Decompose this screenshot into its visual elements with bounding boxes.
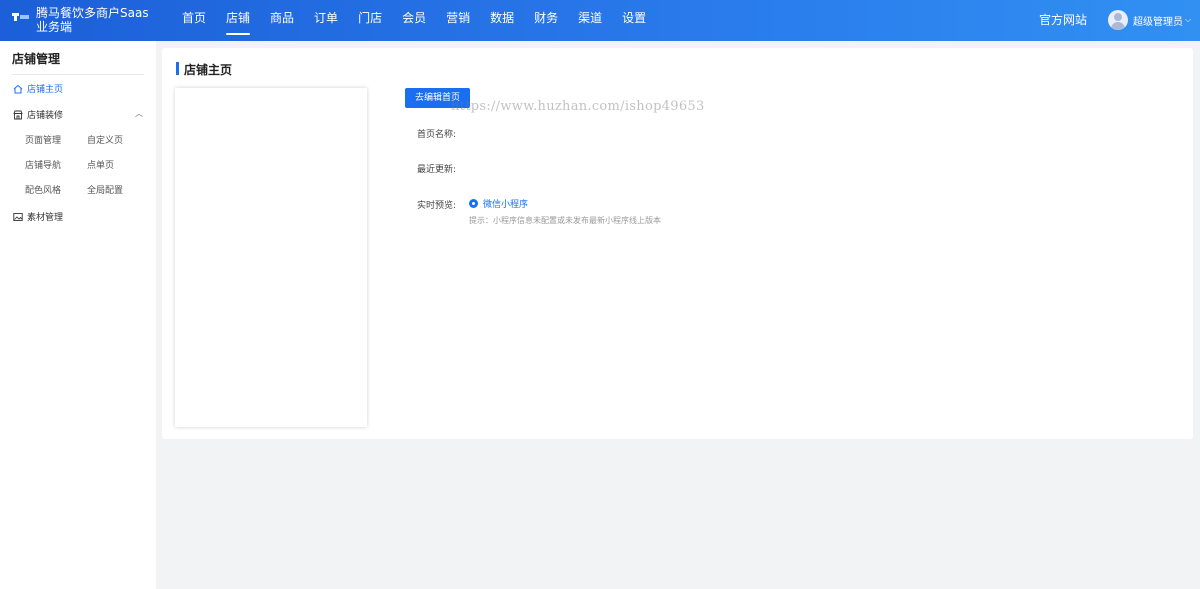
- sidebar-subitem-custom-page[interactable]: 自定义页: [87, 133, 123, 146]
- sidebar-divider: [12, 74, 144, 75]
- nav-item-orders[interactable]: 订单: [304, 0, 348, 41]
- nav-item-shop[interactable]: 店铺: [216, 0, 260, 41]
- sidebar-subitem-color-style[interactable]: 配色风格: [25, 183, 61, 196]
- preview-option-label: 微信小程序: [483, 200, 529, 210]
- sidebar-subitem-global-config[interactable]: 全局配置: [87, 183, 123, 196]
- main-nav: 首页 店铺 商品 订单 门店 会员 营销 数据 财务 渠道 设置: [172, 0, 656, 41]
- user-name: 超级管理员: [1133, 16, 1183, 28]
- sidebar-item-shop-home[interactable]: 店铺主页: [13, 82, 63, 95]
- watermark-text: https://www.huzhan.com/ishop49653: [451, 99, 705, 114]
- top-bar: 腾马餐饮多商户Saas业务端 首页 店铺 商品 订单 门店 会员 营销 数据 财…: [0, 0, 1200, 41]
- sidebar-item-label: 店铺装修: [27, 111, 64, 121]
- user-menu[interactable]: 超级管理员 ⌵: [1108, 10, 1191, 30]
- avatar: [1108, 10, 1128, 30]
- nav-item-marketing[interactable]: 营销: [436, 0, 480, 41]
- homepage-name-label: 首页名称:: [417, 130, 457, 140]
- image-icon: [13, 212, 23, 222]
- content-card: 店铺主页 去编辑首页 https://www.huzhan.com/ishop4…: [162, 48, 1193, 439]
- nav-item-channels[interactable]: 渠道: [568, 0, 612, 41]
- brand-logo-icon: [12, 12, 30, 22]
- chevron-up-icon[interactable]: ︿: [135, 108, 143, 119]
- live-preview-label: 实时预览:: [417, 201, 457, 211]
- nav-item-data[interactable]: 数据: [480, 0, 524, 41]
- sidebar: 店铺管理 店铺主页 店铺装修 ︿ 页面管理 自定义页 店铺导航 点单页 配色风格…: [0, 41, 156, 589]
- sidebar-subitem-shop-navigation[interactable]: 店铺导航: [25, 158, 61, 171]
- nav-item-home[interactable]: 首页: [172, 0, 216, 41]
- official-site-link[interactable]: 官方网站: [1039, 0, 1087, 41]
- brand[interactable]: 腾马餐饮多商户Saas业务端: [12, 6, 157, 36]
- nav-item-goods[interactable]: 商品: [260, 0, 304, 41]
- nav-item-stores[interactable]: 门店: [348, 0, 392, 41]
- home-icon: [13, 84, 23, 94]
- sidebar-title: 店铺管理: [12, 52, 61, 66]
- sidebar-item-shop-decoration[interactable]: 店铺装修: [13, 108, 63, 121]
- sidebar-item-materials[interactable]: 素材管理: [13, 210, 63, 223]
- last-updated-label: 最近更新:: [417, 165, 457, 175]
- preview-option-wechat[interactable]: 微信小程序: [469, 197, 528, 210]
- sidebar-item-label: 素材管理: [27, 213, 64, 223]
- preview-hint: 提示：小程序信息未配置或未发布最新小程序线上版本: [469, 216, 661, 225]
- nav-item-members[interactable]: 会员: [392, 0, 436, 41]
- sidebar-subitem-page-management[interactable]: 页面管理: [25, 133, 61, 146]
- nav-item-settings[interactable]: 设置: [612, 0, 656, 41]
- sidebar-item-label: 店铺主页: [27, 85, 64, 95]
- sidebar-subitem-order-page[interactable]: 点单页: [87, 158, 114, 171]
- chevron-down-icon: ⌵: [1185, 15, 1192, 24]
- radio-selected-icon[interactable]: [469, 199, 478, 208]
- nav-item-finance[interactable]: 财务: [524, 0, 568, 41]
- shop-icon: [13, 110, 23, 120]
- app-title: 腾马餐饮多商户Saas业务端: [36, 6, 149, 34]
- page-title: 店铺主页: [176, 61, 232, 78]
- phone-preview-panel: [175, 88, 367, 427]
